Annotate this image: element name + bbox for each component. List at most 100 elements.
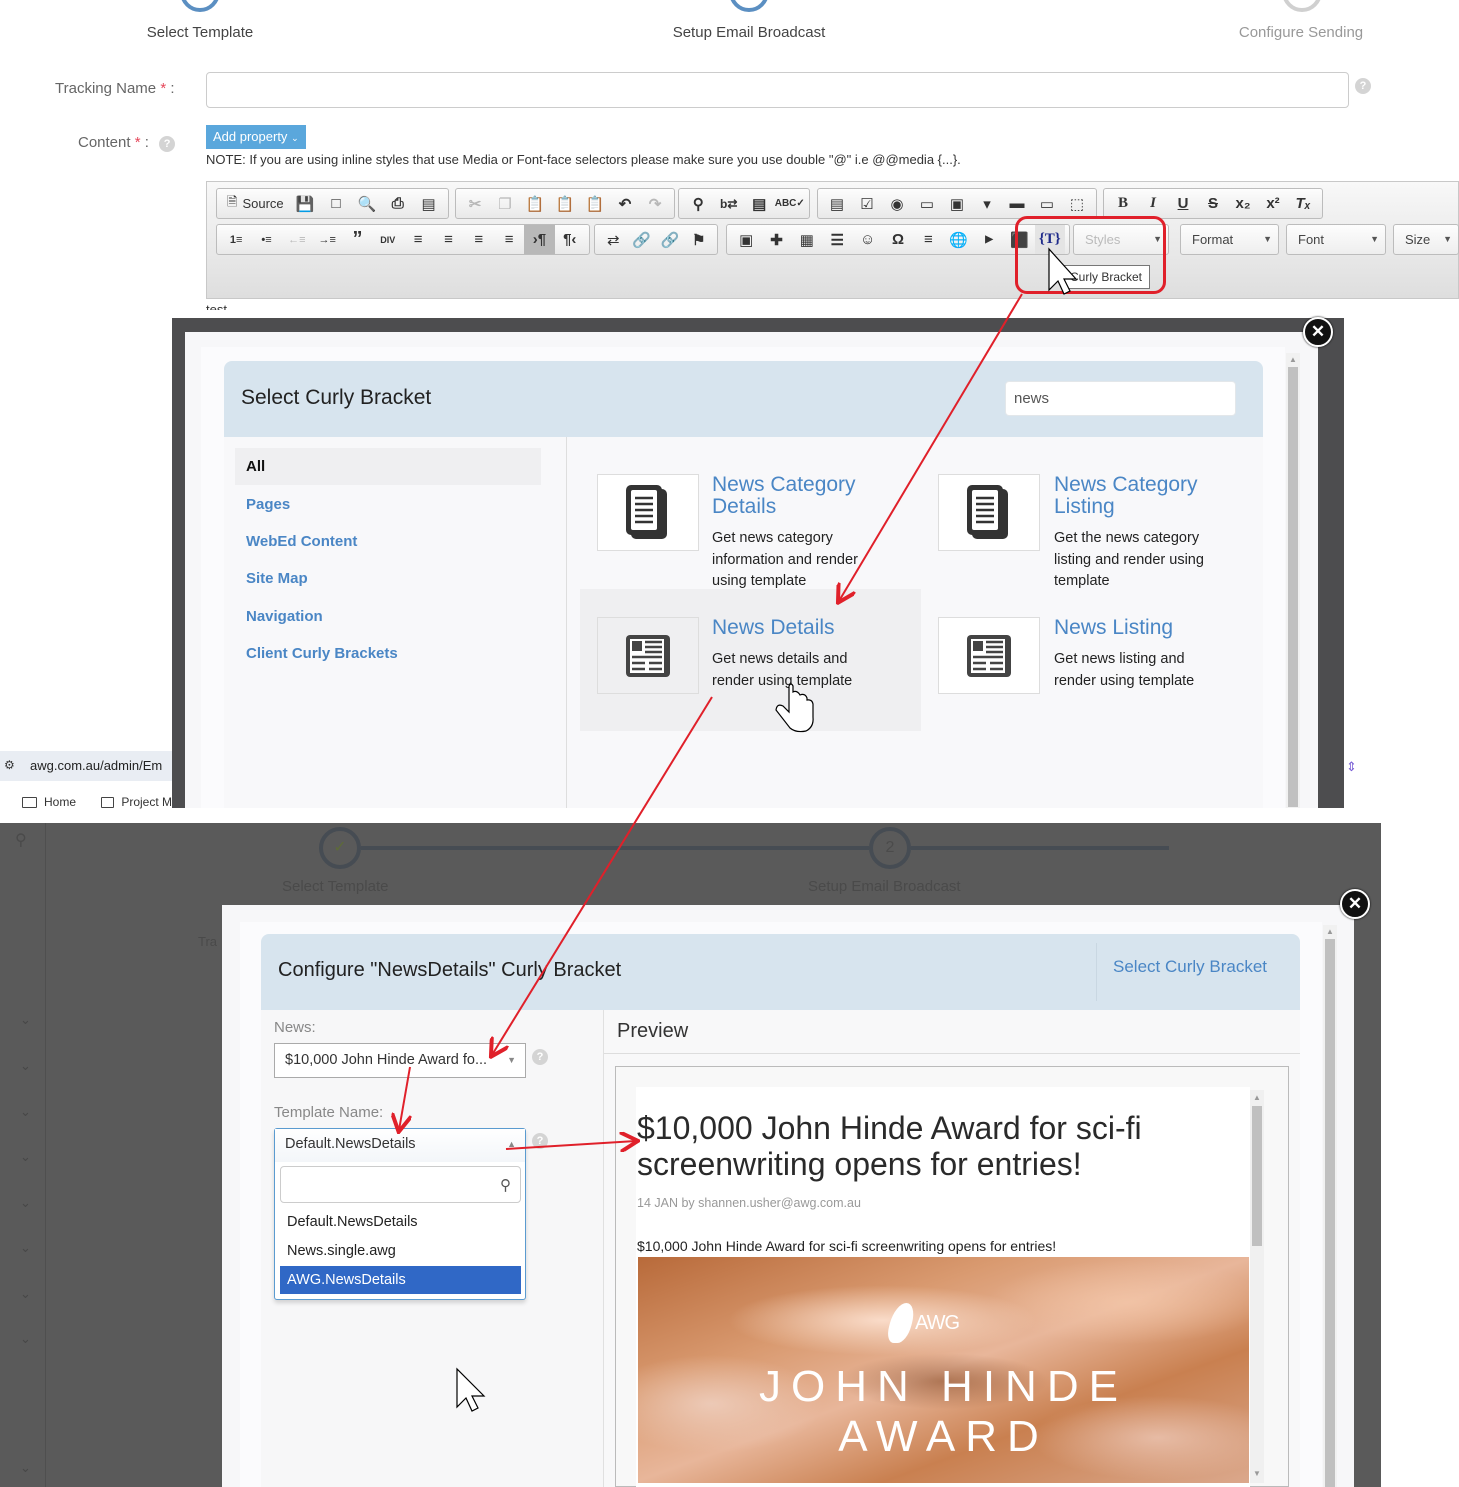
font-combo[interactable]: Font ▼ — [1286, 224, 1386, 255]
horizontal-rule-icon[interactable]: ☰ — [822, 225, 852, 254]
link-icon[interactable]: 🔗 — [628, 225, 657, 254]
tracking-help-icon[interactable]: ? — [1355, 78, 1371, 94]
bookmark-home[interactable]: Home — [22, 795, 76, 809]
numbered-list-icon[interactable]: 1≡ — [221, 225, 251, 254]
new-page-icon[interactable]: □ — [321, 189, 352, 218]
textfield-icon[interactable]: ▭ — [912, 189, 942, 218]
format-combo[interactable]: Format ▼ — [1180, 224, 1279, 255]
template-help-icon[interactable]: ? — [532, 1133, 548, 1149]
source-button[interactable]: 🗎 Source — [221, 189, 290, 218]
scroll-up-icon[interactable]: ▲ — [1253, 1093, 1261, 1102]
category-client-curly-brackets[interactable]: Client Curly Brackets — [235, 635, 541, 672]
subscript-icon[interactable]: x₂ — [1228, 189, 1258, 218]
ltr-icon[interactable]: ›¶ — [524, 225, 555, 254]
scroll-up-icon[interactable]: ▲ — [1326, 927, 1334, 936]
scrollbar-thumb[interactable] — [1325, 939, 1335, 1487]
youtube-icon[interactable]: ▶ — [974, 225, 1004, 254]
add-property-button[interactable]: Add property ⌄ — [206, 125, 306, 149]
address-text[interactable]: awg.com.au/admin/Em — [30, 758, 162, 773]
select-curly-bracket-link[interactable]: Select Curly Bracket — [1113, 957, 1267, 977]
hidden-field-icon[interactable]: ⬚ — [1062, 189, 1092, 218]
language-icon[interactable]: ⇄ — [599, 225, 628, 254]
scroll-down-icon[interactable]: ▼ — [1253, 1469, 1261, 1478]
category-all[interactable]: All — [235, 448, 541, 485]
modal-scrollbar[interactable]: ▲ — [1323, 925, 1337, 1487]
news-help-icon[interactable]: ? — [532, 1049, 548, 1065]
tracking-name-input[interactable] — [206, 72, 1349, 108]
iframe-icon[interactable]: 🌐 — [944, 225, 974, 254]
find-icon[interactable]: ⚲ — [683, 189, 714, 218]
size-combo[interactable]: Size ▼ — [1393, 224, 1459, 255]
anchor-icon[interactable]: ⚑ — [685, 225, 714, 254]
radio-icon[interactable]: ◉ — [882, 189, 912, 218]
card-title[interactable]: News Details — [712, 617, 892, 639]
extension-icon[interactable]: ⇕ — [1346, 759, 1357, 775]
modal-scrollbar[interactable]: ▲ — [1286, 353, 1300, 808]
redo-icon[interactable]: ↷ — [640, 189, 670, 218]
template-option[interactable]: Default.NewsDetails — [280, 1208, 521, 1236]
textarea-icon[interactable]: ▣ — [942, 189, 972, 218]
content-help-icon[interactable]: ? — [159, 136, 176, 152]
superscript-icon[interactable]: x² — [1258, 189, 1288, 218]
paste-word-icon[interactable]: 📋 — [580, 189, 610, 218]
blockquote-icon[interactable]: ” — [342, 225, 372, 254]
scroll-up-icon[interactable]: ▲ — [1289, 355, 1297, 364]
checkbox-icon[interactable]: ☑ — [852, 189, 882, 218]
unlink-icon[interactable]: 🔗 — [656, 225, 685, 254]
template-select[interactable]: Default.NewsDetails ▲ — [275, 1129, 525, 1162]
table-icon[interactable]: ▦ — [792, 225, 822, 254]
underline-icon[interactable]: U — [1168, 189, 1198, 218]
replace-icon[interactable]: b⇄ — [714, 189, 745, 218]
paste-text-icon[interactable]: 📋 — [550, 189, 580, 218]
template-search-input[interactable] — [280, 1166, 521, 1203]
select-icon[interactable]: ▾ — [972, 189, 1002, 218]
preview-icon[interactable]: 🔍 — [351, 189, 382, 218]
rtl-icon[interactable]: ¶‹ — [555, 225, 585, 254]
bulleted-list-icon[interactable]: •≡ — [251, 225, 281, 254]
align-left-icon[interactable]: ≡ — [403, 225, 433, 254]
flash-icon[interactable]: ✚ — [761, 225, 791, 254]
category-navigation[interactable]: Navigation — [235, 598, 541, 635]
editor-content[interactable]: test — [206, 300, 227, 310]
paste-icon[interactable]: 📋 — [520, 189, 550, 218]
card-title[interactable]: News Category Details — [712, 474, 892, 518]
scrollbar-thumb[interactable] — [1252, 1106, 1262, 1246]
category-site-map[interactable]: Site Map — [235, 560, 541, 597]
curly-bracket-search-input[interactable] — [1005, 381, 1236, 416]
card-title[interactable]: News Listing — [1054, 617, 1234, 639]
remove-format-icon[interactable]: Tₓ — [1288, 189, 1318, 218]
outdent-icon[interactable]: ←≡ — [282, 225, 312, 254]
cut-icon[interactable]: ✂ — [460, 189, 490, 218]
justify-icon[interactable]: ≡ — [494, 225, 524, 254]
close-icon[interactable]: ✕ — [1303, 317, 1333, 347]
indent-icon[interactable]: →≡ — [312, 225, 342, 254]
bookmark-project[interactable]: Project M — [101, 795, 172, 809]
template-option[interactable]: News.single.awg — [280, 1237, 521, 1265]
image-icon[interactable]: ▣ — [731, 225, 761, 254]
news-select[interactable]: $10,000 John Hinde Award fo... ▼ — [274, 1043, 526, 1078]
strike-icon[interactable]: S — [1198, 189, 1228, 218]
spellcheck-icon[interactable]: ABC✓ — [775, 189, 806, 218]
save-icon[interactable]: 💾 — [290, 189, 321, 218]
special-char-icon[interactable]: Ω — [883, 225, 913, 254]
page-break-icon[interactable]: ≡ — [913, 225, 943, 254]
div-icon[interactable]: DIV — [373, 225, 403, 254]
smiley-icon[interactable]: ☺ — [852, 225, 882, 254]
close-icon[interactable]: ✕ — [1340, 889, 1370, 919]
scrollbar-thumb[interactable] — [1288, 367, 1298, 807]
preview-scrollbar[interactable]: ▲ ▼ — [1250, 1090, 1264, 1483]
bold-icon[interactable]: B — [1108, 189, 1138, 218]
undo-icon[interactable]: ↶ — [610, 189, 640, 218]
align-center-icon[interactable]: ≡ — [433, 225, 463, 254]
button-icon[interactable]: ▬ — [1002, 189, 1032, 218]
italic-icon[interactable]: I — [1138, 189, 1168, 218]
image-button-icon[interactable]: ▭ — [1032, 189, 1062, 218]
card-title[interactable]: News Category Listing — [1054, 474, 1234, 518]
category-webed-content[interactable]: WebEd Content — [235, 523, 541, 560]
copy-icon[interactable]: ❐ — [490, 189, 520, 218]
template-option-selected[interactable]: AWG.NewsDetails — [280, 1266, 521, 1294]
form-icon[interactable]: ▤ — [822, 189, 852, 218]
templates-icon[interactable]: ▤ — [413, 189, 444, 218]
select-all-icon[interactable]: ▤ — [744, 189, 775, 218]
align-right-icon[interactable]: ≡ — [464, 225, 494, 254]
